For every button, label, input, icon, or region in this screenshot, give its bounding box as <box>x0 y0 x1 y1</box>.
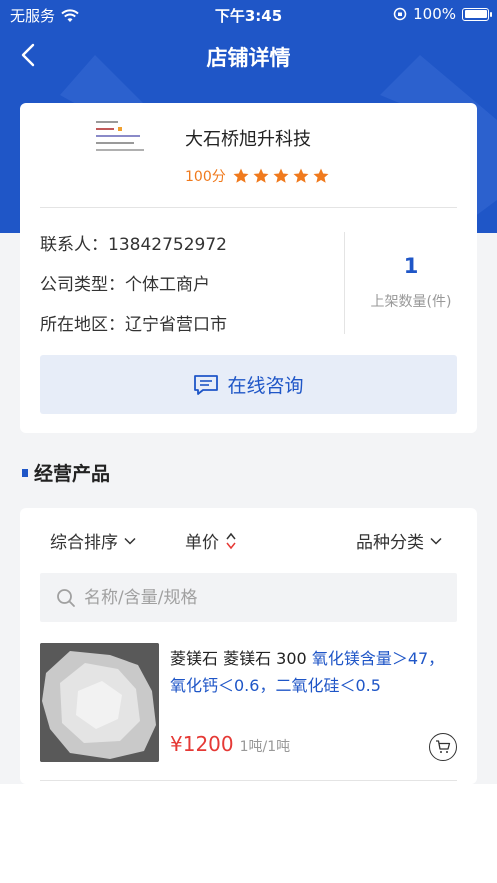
cart-icon <box>436 740 451 753</box>
vertical-divider <box>344 232 345 334</box>
section-header: 经营产品 <box>22 459 110 486</box>
shop-score: 100分 <box>185 169 226 185</box>
product-price-row: ¥1200 1吨/1吨 <box>170 732 290 756</box>
search-icon <box>57 588 75 607</box>
star-icon <box>313 168 329 183</box>
product-price: ¥1200 <box>170 732 234 756</box>
rating-stars <box>232 167 330 185</box>
shop-info-card: 大石桥旭升科技 100分 联系人：13842752972 公司类型：个体工商户 … <box>20 103 477 433</box>
star-icon <box>233 168 249 183</box>
section-title: 经营产品 <box>34 463 111 485</box>
chevron-down-icon <box>430 537 442 545</box>
price-filter-label: 单价 <box>185 533 219 553</box>
product-title[interactable]: 菱镁石 菱镁石 300 氧化镁含量＞47，氧化钙＜0.6，二氧化硅＜0.5 <box>170 645 460 699</box>
online-consult-button[interactable]: 在线咨询 <box>40 355 457 414</box>
listed-count-label: 上架数量(件) <box>370 294 452 310</box>
shop-logo <box>96 121 144 151</box>
rating-row: 100分 <box>185 166 330 186</box>
product-image[interactable] <box>40 643 159 762</box>
page-bottom <box>0 784 497 883</box>
star-icon <box>273 168 289 183</box>
page-title: 店铺详情 <box>206 46 291 70</box>
price-filter[interactable]: 单价 <box>185 528 237 553</box>
category-filter[interactable]: 品种分类 <box>356 528 442 553</box>
shop-name: 大石桥旭升科技 <box>185 129 311 150</box>
section-marker <box>22 468 28 477</box>
sort-filter-label: 综合排序 <box>50 533 118 553</box>
company-type: 公司类型：个体工商户 <box>40 275 210 295</box>
online-consult-label: 在线咨询 <box>227 375 304 397</box>
row-divider <box>40 780 457 781</box>
battery-percent: 100% <box>413 5 456 23</box>
star-icon <box>293 168 309 183</box>
status-bar: 无服务 下午3:45 100% <box>0 0 497 28</box>
search-bar[interactable] <box>40 573 457 622</box>
orientation-lock-icon <box>393 7 407 21</box>
sort-filter[interactable]: 综合排序 <box>50 528 136 553</box>
product-unit: 1吨/1吨 <box>239 739 291 755</box>
sort-icon <box>226 532 236 549</box>
divider <box>40 207 457 208</box>
listed-count: 1 <box>403 254 419 278</box>
chevron-down-icon <box>124 537 136 545</box>
add-to-cart-button[interactable] <box>429 733 457 761</box>
product-panel: 综合排序 单价 品种分类 菱镁石 菱镁石 300 氧化镁含量＞ <box>20 508 477 784</box>
contact-person: 联系人：13842752972 <box>40 235 227 255</box>
region: 所在地区：辽宁省营口市 <box>40 315 227 335</box>
battery-icon <box>462 7 492 21</box>
chat-icon <box>194 374 219 395</box>
search-input[interactable] <box>84 587 424 608</box>
nav-bar: 店铺详情 <box>0 28 497 84</box>
product-name: 菱镁石 菱镁石 300 <box>170 649 312 668</box>
category-filter-label: 品种分类 <box>356 533 424 553</box>
star-icon <box>253 168 269 183</box>
